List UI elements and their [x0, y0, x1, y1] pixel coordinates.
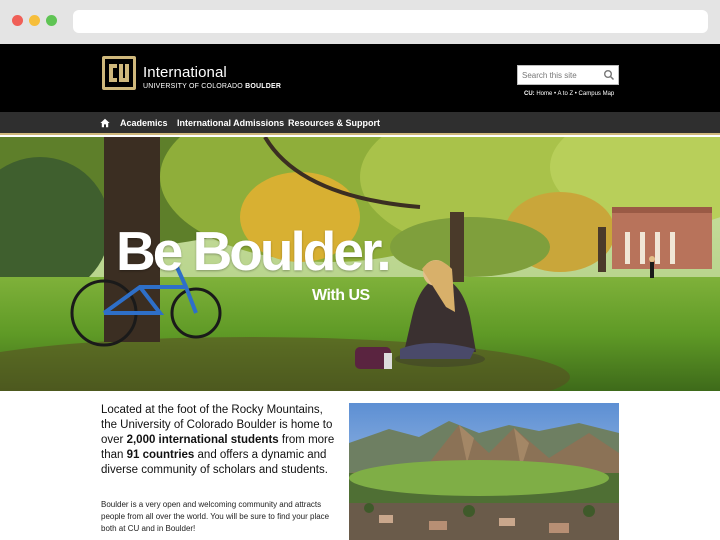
hero-subtitle: With US	[312, 287, 370, 304]
site-subtitle: UNIVERSITY OF COLORADO BOULDER	[143, 83, 281, 90]
address-bar[interactable]	[73, 10, 708, 33]
browser-chrome	[0, 0, 720, 44]
cu-logo-icon[interactable]	[101, 55, 137, 91]
search-icon[interactable]	[603, 69, 615, 81]
nav-item-international-admissions[interactable]: International Admissions	[177, 118, 284, 128]
utility-prefix: CU:	[524, 91, 535, 97]
main-nav: Academics International Admissions Resou…	[0, 112, 720, 135]
mountain-image	[349, 403, 619, 540]
search-box	[517, 65, 619, 85]
hero-title: Be Boulder.	[116, 220, 392, 282]
intro-highlight-countries: 91 countries	[126, 449, 195, 461]
site-subtitle-bold: BOULDER	[245, 83, 282, 90]
utility-links[interactable]: CU: Home • A to Z • Campus Map	[524, 91, 614, 97]
nav-item-academics[interactable]: Academics	[120, 118, 168, 128]
site-header: International UNIVERSITY OF COLORADO BOU…	[0, 44, 720, 112]
intro-highlight-students: 2,000 international students	[126, 434, 279, 446]
minimize-window-button[interactable]	[29, 15, 40, 26]
site-title[interactable]: International	[143, 64, 227, 81]
nav-item-resources-support[interactable]: Resources & Support	[288, 118, 380, 128]
maximize-window-button[interactable]	[46, 15, 57, 26]
search-input[interactable]	[522, 68, 604, 82]
utility-link-list[interactable]: Home • A to Z • Campus Map	[536, 91, 614, 97]
intro-paragraph: Located at the foot of the Rocky Mountai…	[101, 403, 341, 478]
intro-secondary-paragraph: Boulder is a very open and welcoming com…	[101, 500, 330, 533]
site-subtitle-prefix: UNIVERSITY OF COLORADO	[143, 83, 246, 90]
close-window-button[interactable]	[12, 15, 23, 26]
hero-banner: Be Boulder. With US	[0, 137, 720, 391]
home-icon[interactable]	[100, 118, 110, 128]
boulder-mountains-photo	[349, 403, 619, 540]
